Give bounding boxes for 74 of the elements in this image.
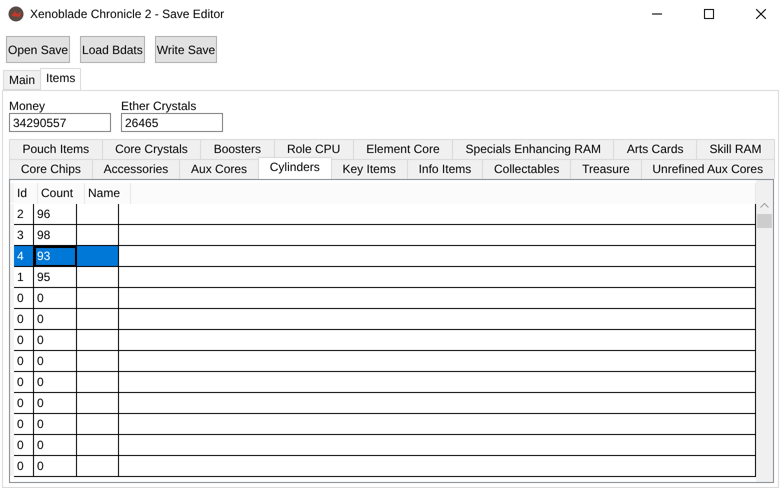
table-cell: 0 xyxy=(34,456,77,477)
tab[interactable]: Pouch Items xyxy=(9,139,103,159)
table-cell: 0 xyxy=(14,456,34,477)
table-cell xyxy=(77,414,119,435)
column-header[interactable]: Count xyxy=(38,183,85,204)
table-cell xyxy=(77,330,119,351)
table-cell xyxy=(77,372,119,393)
table-cell: 98 xyxy=(34,225,77,246)
tab[interactable]: Specials Enhancing RAM xyxy=(452,139,614,159)
input-field[interactable]: 34290557 xyxy=(9,113,111,132)
table-cell xyxy=(77,309,119,330)
table-cell xyxy=(77,246,119,267)
close-icon xyxy=(756,9,766,19)
table-cell: 0 xyxy=(34,372,77,393)
toolbar-button[interactable]: Write Save xyxy=(154,36,218,63)
input-field[interactable]: 26465 xyxy=(121,113,223,132)
table-cell: 4 xyxy=(14,246,34,267)
tab[interactable]: Treasure xyxy=(570,159,642,179)
table-cell: 0 xyxy=(34,351,77,372)
table-cell: 0 xyxy=(14,414,34,435)
table-cell: 2 xyxy=(14,204,34,225)
table-cell: 0 xyxy=(14,351,34,372)
tab[interactable]: Arts Cards xyxy=(613,139,698,159)
table-cell xyxy=(77,204,119,225)
tab[interactable]: Role CPU xyxy=(274,139,354,159)
table-cell: 0 xyxy=(34,309,77,330)
toolbar-button[interactable]: Open Save xyxy=(6,36,70,63)
column-header[interactable]: Id xyxy=(14,183,38,204)
table-cell: 0 xyxy=(34,288,77,309)
table-cell: 96 xyxy=(34,204,77,225)
table-cell: 0 xyxy=(34,414,77,435)
tab[interactable]: Info Items xyxy=(406,159,484,179)
table-cell xyxy=(77,267,119,288)
tab[interactable]: Boosters xyxy=(200,139,275,159)
table-cell xyxy=(77,393,119,414)
window-title: Xenoblade Chronicle 2 - Save Editor xyxy=(30,7,226,21)
tab[interactable]: Core Crystals xyxy=(102,139,202,159)
tab[interactable]: Items xyxy=(40,68,82,90)
table-cell xyxy=(77,456,119,477)
tab[interactable]: Aux Cores xyxy=(179,159,259,179)
app-icon xyxy=(8,6,24,22)
maximize-icon xyxy=(704,9,714,19)
tab[interactable]: Main xyxy=(3,70,42,90)
tab[interactable]: Key Items xyxy=(330,159,408,179)
scroll-up-icon[interactable] xyxy=(760,202,769,208)
table-cell: 95 xyxy=(34,267,77,288)
tab[interactable]: Skill RAM xyxy=(696,139,775,159)
table-cell: 0 xyxy=(34,330,77,351)
tab[interactable]: Unrefined Aux Cores xyxy=(640,159,775,179)
table-cell: 0 xyxy=(14,330,34,351)
field-label: Money xyxy=(9,99,46,113)
scroll-thumb[interactable] xyxy=(757,214,772,228)
table-cell: 0 xyxy=(14,435,34,456)
tab[interactable]: Accessories xyxy=(92,159,180,179)
tab[interactable]: Core Chips xyxy=(9,159,93,179)
toolbar-button[interactable]: Load Bdats xyxy=(80,36,145,63)
table-cell: 0 xyxy=(34,393,77,414)
table-cell xyxy=(77,435,119,456)
table-cell xyxy=(77,225,119,246)
table-cell xyxy=(77,288,119,309)
table-cell: 0 xyxy=(14,288,34,309)
scrollbar[interactable] xyxy=(756,180,773,482)
table-cell: 93 xyxy=(34,246,77,267)
field-label: Ether Crystals xyxy=(121,99,198,113)
tab[interactable]: Collectables xyxy=(482,159,572,179)
table-cell: 0 xyxy=(14,372,34,393)
table-cell: 0 xyxy=(14,393,34,414)
table-cell: 3 xyxy=(14,225,34,246)
tab[interactable]: Element Core xyxy=(352,139,454,159)
table-cell: 0 xyxy=(14,309,34,330)
column-header[interactable]: Name xyxy=(85,183,131,204)
table-cell: 1 xyxy=(14,267,34,288)
table-cell xyxy=(77,351,119,372)
table-cell: 0 xyxy=(34,435,77,456)
